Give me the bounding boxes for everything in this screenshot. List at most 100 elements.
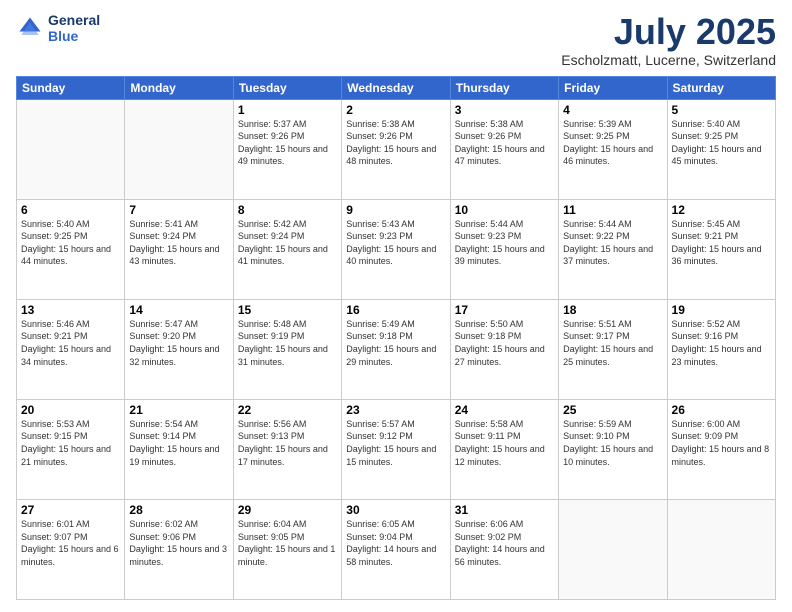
calendar-cell: 19Sunrise: 5:52 AMSunset: 9:16 PMDayligh… xyxy=(667,299,775,399)
day-info: Sunrise: 6:05 AMSunset: 9:04 PMDaylight:… xyxy=(346,518,445,568)
calendar-week-1: 6Sunrise: 5:40 AMSunset: 9:25 PMDaylight… xyxy=(17,199,776,299)
day-info: Sunrise: 5:51 AMSunset: 9:17 PMDaylight:… xyxy=(563,318,662,368)
day-info: Sunrise: 5:49 AMSunset: 9:18 PMDaylight:… xyxy=(346,318,445,368)
day-info: Sunrise: 5:57 AMSunset: 9:12 PMDaylight:… xyxy=(346,418,445,468)
day-number: 12 xyxy=(672,203,771,217)
calendar-cell: 25Sunrise: 5:59 AMSunset: 9:10 PMDayligh… xyxy=(559,399,667,499)
calendar-cell xyxy=(559,499,667,599)
header-saturday: Saturday xyxy=(667,76,775,99)
calendar-cell xyxy=(125,99,233,199)
month-title: July 2025 xyxy=(561,12,776,52)
day-info: Sunrise: 6:02 AMSunset: 9:06 PMDaylight:… xyxy=(129,518,228,568)
day-info: Sunrise: 5:38 AMSunset: 9:26 PMDaylight:… xyxy=(346,118,445,168)
day-info: Sunrise: 5:41 AMSunset: 9:24 PMDaylight:… xyxy=(129,218,228,268)
calendar-header-row: Sunday Monday Tuesday Wednesday Thursday… xyxy=(17,76,776,99)
calendar-cell: 17Sunrise: 5:50 AMSunset: 9:18 PMDayligh… xyxy=(450,299,558,399)
calendar-cell: 11Sunrise: 5:44 AMSunset: 9:22 PMDayligh… xyxy=(559,199,667,299)
calendar-week-2: 13Sunrise: 5:46 AMSunset: 9:21 PMDayligh… xyxy=(17,299,776,399)
calendar-cell xyxy=(17,99,125,199)
calendar-cell: 3Sunrise: 5:38 AMSunset: 9:26 PMDaylight… xyxy=(450,99,558,199)
day-number: 13 xyxy=(21,303,120,317)
calendar-cell: 7Sunrise: 5:41 AMSunset: 9:24 PMDaylight… xyxy=(125,199,233,299)
day-number: 30 xyxy=(346,503,445,517)
header-tuesday: Tuesday xyxy=(233,76,341,99)
day-number: 26 xyxy=(672,403,771,417)
day-info: Sunrise: 5:40 AMSunset: 9:25 PMDaylight:… xyxy=(21,218,120,268)
calendar-cell: 8Sunrise: 5:42 AMSunset: 9:24 PMDaylight… xyxy=(233,199,341,299)
header-thursday: Thursday xyxy=(450,76,558,99)
day-info: Sunrise: 6:04 AMSunset: 9:05 PMDaylight:… xyxy=(238,518,337,568)
calendar-cell: 14Sunrise: 5:47 AMSunset: 9:20 PMDayligh… xyxy=(125,299,233,399)
calendar-table: Sunday Monday Tuesday Wednesday Thursday… xyxy=(16,76,776,600)
day-number: 6 xyxy=(21,203,120,217)
day-info: Sunrise: 5:53 AMSunset: 9:15 PMDaylight:… xyxy=(21,418,120,468)
calendar-cell: 29Sunrise: 6:04 AMSunset: 9:05 PMDayligh… xyxy=(233,499,341,599)
calendar-cell: 12Sunrise: 5:45 AMSunset: 9:21 PMDayligh… xyxy=(667,199,775,299)
day-number: 29 xyxy=(238,503,337,517)
day-info: Sunrise: 5:56 AMSunset: 9:13 PMDaylight:… xyxy=(238,418,337,468)
header-wednesday: Wednesday xyxy=(342,76,450,99)
calendar-body: 1Sunrise: 5:37 AMSunset: 9:26 PMDaylight… xyxy=(17,99,776,599)
day-number: 22 xyxy=(238,403,337,417)
day-info: Sunrise: 5:40 AMSunset: 9:25 PMDaylight:… xyxy=(672,118,771,168)
logo-icon xyxy=(16,14,44,42)
day-number: 28 xyxy=(129,503,228,517)
calendar-week-3: 20Sunrise: 5:53 AMSunset: 9:15 PMDayligh… xyxy=(17,399,776,499)
calendar-cell: 28Sunrise: 6:02 AMSunset: 9:06 PMDayligh… xyxy=(125,499,233,599)
day-info: Sunrise: 6:01 AMSunset: 9:07 PMDaylight:… xyxy=(21,518,120,568)
day-number: 8 xyxy=(238,203,337,217)
calendar-cell: 9Sunrise: 5:43 AMSunset: 9:23 PMDaylight… xyxy=(342,199,450,299)
day-number: 31 xyxy=(455,503,554,517)
calendar-cell: 30Sunrise: 6:05 AMSunset: 9:04 PMDayligh… xyxy=(342,499,450,599)
logo: General Blue xyxy=(16,12,100,44)
title-block: July 2025 Escholzmatt, Lucerne, Switzerl… xyxy=(561,12,776,68)
header-friday: Friday xyxy=(559,76,667,99)
day-number: 2 xyxy=(346,103,445,117)
calendar-cell: 24Sunrise: 5:58 AMSunset: 9:11 PMDayligh… xyxy=(450,399,558,499)
calendar-cell: 27Sunrise: 6:01 AMSunset: 9:07 PMDayligh… xyxy=(17,499,125,599)
day-info: Sunrise: 5:44 AMSunset: 9:23 PMDaylight:… xyxy=(455,218,554,268)
day-number: 1 xyxy=(238,103,337,117)
day-number: 11 xyxy=(563,203,662,217)
day-info: Sunrise: 5:59 AMSunset: 9:10 PMDaylight:… xyxy=(563,418,662,468)
day-number: 20 xyxy=(21,403,120,417)
day-number: 3 xyxy=(455,103,554,117)
calendar-cell: 15Sunrise: 5:48 AMSunset: 9:19 PMDayligh… xyxy=(233,299,341,399)
location-subtitle: Escholzmatt, Lucerne, Switzerland xyxy=(561,52,776,68)
day-info: Sunrise: 6:00 AMSunset: 9:09 PMDaylight:… xyxy=(672,418,771,468)
day-number: 14 xyxy=(129,303,228,317)
day-number: 25 xyxy=(563,403,662,417)
logo-text: General Blue xyxy=(48,12,100,44)
calendar-cell: 22Sunrise: 5:56 AMSunset: 9:13 PMDayligh… xyxy=(233,399,341,499)
day-number: 4 xyxy=(563,103,662,117)
calendar-cell: 4Sunrise: 5:39 AMSunset: 9:25 PMDaylight… xyxy=(559,99,667,199)
day-number: 24 xyxy=(455,403,554,417)
day-number: 10 xyxy=(455,203,554,217)
header: General Blue July 2025 Escholzmatt, Luce… xyxy=(16,12,776,68)
calendar-week-4: 27Sunrise: 6:01 AMSunset: 9:07 PMDayligh… xyxy=(17,499,776,599)
day-info: Sunrise: 5:45 AMSunset: 9:21 PMDaylight:… xyxy=(672,218,771,268)
calendar-cell: 23Sunrise: 5:57 AMSunset: 9:12 PMDayligh… xyxy=(342,399,450,499)
header-monday: Monday xyxy=(125,76,233,99)
day-number: 18 xyxy=(563,303,662,317)
day-number: 19 xyxy=(672,303,771,317)
day-info: Sunrise: 5:43 AMSunset: 9:23 PMDaylight:… xyxy=(346,218,445,268)
day-info: Sunrise: 5:50 AMSunset: 9:18 PMDaylight:… xyxy=(455,318,554,368)
calendar-cell: 20Sunrise: 5:53 AMSunset: 9:15 PMDayligh… xyxy=(17,399,125,499)
day-number: 23 xyxy=(346,403,445,417)
calendar-cell: 1Sunrise: 5:37 AMSunset: 9:26 PMDaylight… xyxy=(233,99,341,199)
calendar-week-0: 1Sunrise: 5:37 AMSunset: 9:26 PMDaylight… xyxy=(17,99,776,199)
calendar-cell: 26Sunrise: 6:00 AMSunset: 9:09 PMDayligh… xyxy=(667,399,775,499)
day-info: Sunrise: 5:58 AMSunset: 9:11 PMDaylight:… xyxy=(455,418,554,468)
calendar-page: General Blue July 2025 Escholzmatt, Luce… xyxy=(0,0,792,612)
calendar-cell: 2Sunrise: 5:38 AMSunset: 9:26 PMDaylight… xyxy=(342,99,450,199)
calendar-cell: 31Sunrise: 6:06 AMSunset: 9:02 PMDayligh… xyxy=(450,499,558,599)
calendar-cell: 5Sunrise: 5:40 AMSunset: 9:25 PMDaylight… xyxy=(667,99,775,199)
day-info: Sunrise: 6:06 AMSunset: 9:02 PMDaylight:… xyxy=(455,518,554,568)
day-number: 15 xyxy=(238,303,337,317)
day-info: Sunrise: 5:37 AMSunset: 9:26 PMDaylight:… xyxy=(238,118,337,168)
day-info: Sunrise: 5:39 AMSunset: 9:25 PMDaylight:… xyxy=(563,118,662,168)
day-info: Sunrise: 5:52 AMSunset: 9:16 PMDaylight:… xyxy=(672,318,771,368)
day-number: 17 xyxy=(455,303,554,317)
calendar-cell: 13Sunrise: 5:46 AMSunset: 9:21 PMDayligh… xyxy=(17,299,125,399)
